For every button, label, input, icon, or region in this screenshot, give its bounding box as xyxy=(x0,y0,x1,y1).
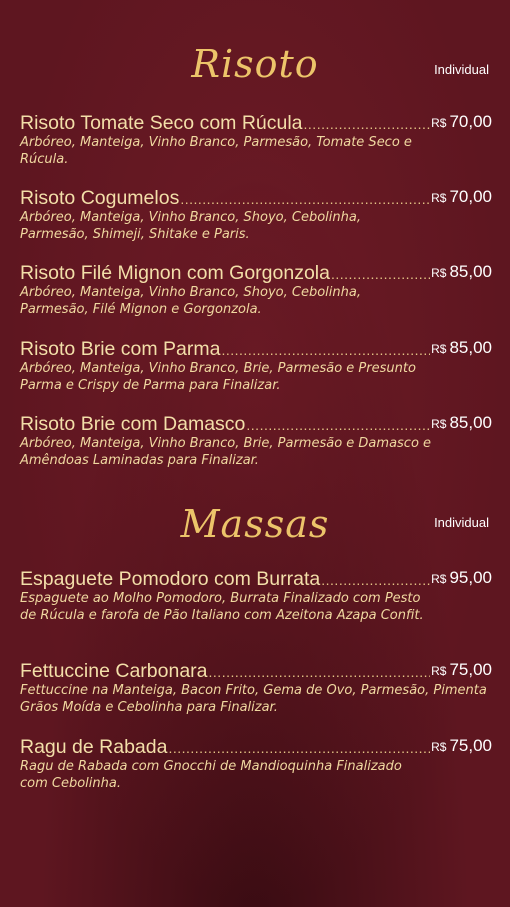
item-description: Arbóreo, Manteiga, Vinho Branco, Shoyo, … xyxy=(20,210,361,242)
portion-label-massas: Individual xyxy=(434,515,489,530)
leader-dots: ........................................… xyxy=(221,343,431,357)
currency-symbol: R$ xyxy=(431,342,447,356)
leader-dots: ........................................… xyxy=(168,741,430,755)
item-name: Risoto Brie com Parma xyxy=(20,338,221,360)
price-amount: 85,00 xyxy=(449,413,492,432)
price-amount: 70,00 xyxy=(449,187,492,206)
leader-dots: ........................................… xyxy=(246,418,430,432)
currency-symbol: R$ xyxy=(431,740,447,754)
leader-dots: ........................................… xyxy=(180,192,431,206)
item-description: Ragu de Rabada com Gnocchi de Mandioquin… xyxy=(20,759,402,791)
leader-dots: ........................................… xyxy=(330,267,431,281)
currency-symbol: R$ xyxy=(431,191,447,205)
menu-item: Risoto Cogumelos .......................… xyxy=(20,185,492,243)
item-description: Arbóreo, Manteiga, Vinho Branco, Brie, P… xyxy=(20,361,416,393)
leader-dots: ........................................… xyxy=(321,573,431,587)
price-amount: 85,00 xyxy=(449,262,492,281)
item-description: Fettuccine na Manteiga, Bacon Frito, Gem… xyxy=(20,683,487,715)
leader-dots: ........................................… xyxy=(208,665,431,679)
currency-symbol: R$ xyxy=(431,417,447,431)
item-description: Arbóreo, Manteiga, Vinho Branco, Shoyo, … xyxy=(20,285,361,317)
price-amount: 75,00 xyxy=(449,736,492,755)
portion-label-risoto: Individual xyxy=(434,62,489,77)
price-amount: 75,00 xyxy=(449,660,492,679)
item-description: Espaguete ao Molho Pomodoro, Burrata Fin… xyxy=(20,591,424,623)
menu-item: Espaguete Pomodoro com Burrata .........… xyxy=(20,566,492,624)
item-name: Fettuccine Carbonara xyxy=(20,660,208,682)
leader-dots: ........................................… xyxy=(303,117,431,131)
price-amount: 95,00 xyxy=(449,568,492,587)
item-price: R$ 70,00 xyxy=(431,185,492,209)
item-price: R$ 75,00 xyxy=(431,658,492,682)
menu-item: Fettuccine Carbonara ...................… xyxy=(20,658,492,716)
item-name: Espaguete Pomodoro com Burrata xyxy=(20,568,321,590)
currency-symbol: R$ xyxy=(431,664,447,678)
currency-symbol: R$ xyxy=(431,266,447,280)
menu-item: Risoto Brie com Damasco ................… xyxy=(20,411,492,469)
item-name: Risoto Filé Mignon com Gorgonzola xyxy=(20,262,330,284)
menu-item: Risoto Brie com Parma ..................… xyxy=(20,336,492,394)
currency-symbol: R$ xyxy=(431,572,447,586)
menu-item: Ragu de Rabada .........................… xyxy=(20,734,492,792)
item-description: Arbóreo, Manteiga, Vinho Branco, Parmesã… xyxy=(20,135,412,167)
item-name: Ragu de Rabada xyxy=(20,736,168,758)
item-description: Arbóreo, Manteiga, Vinho Branco, Brie, P… xyxy=(20,436,432,468)
item-price: R$ 85,00 xyxy=(431,411,492,435)
currency-symbol: R$ xyxy=(431,116,447,130)
item-price: R$ 70,00 xyxy=(431,110,492,134)
item-price: R$ 75,00 xyxy=(431,734,492,758)
item-name: Risoto Cogumelos xyxy=(20,187,180,209)
price-amount: 85,00 xyxy=(449,338,492,357)
item-name: Risoto Brie com Damasco xyxy=(20,413,246,435)
price-amount: 70,00 xyxy=(449,112,492,131)
menu-item: Risoto Tomate Seco com Rúcula ..........… xyxy=(20,110,492,168)
menu-item: Risoto Filé Mignon com Gorgonzola ......… xyxy=(20,260,492,318)
item-price: R$ 95,00 xyxy=(431,566,492,590)
item-price: R$ 85,00 xyxy=(431,260,492,284)
item-name: Risoto Tomate Seco com Rúcula xyxy=(20,112,303,134)
item-price: R$ 85,00 xyxy=(431,336,492,360)
